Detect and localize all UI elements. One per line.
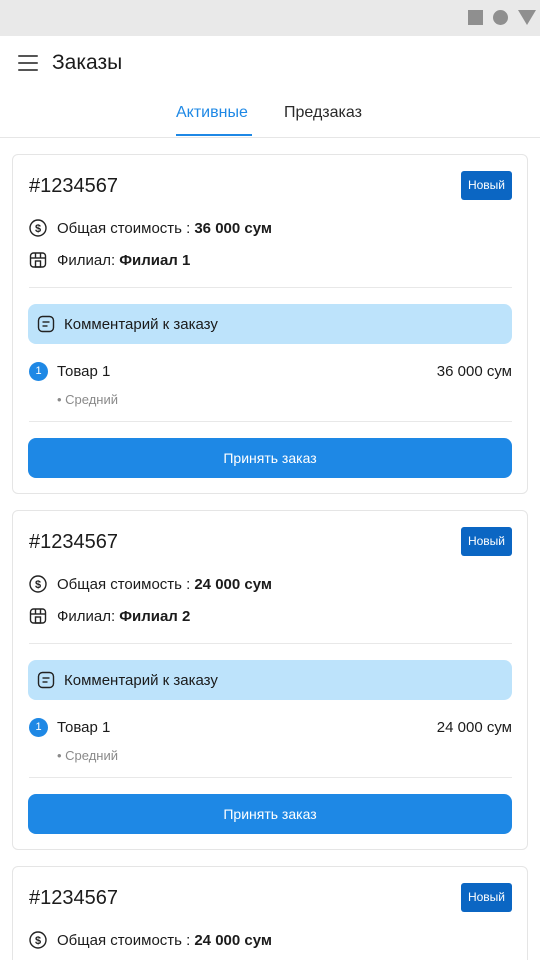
dollar-icon: $ xyxy=(29,931,47,949)
comment-text: Комментарий к заказу xyxy=(64,315,218,333)
item-modifier: • Средний xyxy=(57,392,119,407)
order-card: #1234567 Новый $ Общая стоимость : 24 00… xyxy=(12,510,528,850)
order-comment[interactable]: Комментарий к заказу xyxy=(28,304,512,344)
total-cost-row: $ Общая стоимость : 36 000 сум xyxy=(29,218,272,238)
triangle-icon xyxy=(518,10,536,25)
total-cost-row: $ Общая стоимость : 24 000 сум xyxy=(29,574,272,594)
item-price: 36 000 сум xyxy=(436,363,512,380)
accept-order-button[interactable]: Принять заказ xyxy=(28,794,512,834)
order-id: #1234567 xyxy=(29,175,118,197)
item-name: Товар 1 xyxy=(57,363,111,380)
store-icon xyxy=(29,607,47,625)
status-bar xyxy=(0,0,540,36)
total-cost-row: $ Общая стоимость : 24 000 сум xyxy=(29,930,272,950)
item-number: 1 xyxy=(29,362,48,381)
item-modifier: • Средний xyxy=(57,748,119,763)
circle-icon xyxy=(493,10,508,25)
svg-text:$: $ xyxy=(35,579,41,591)
branch-value: Филиал 2 xyxy=(119,607,191,625)
total-cost-label: Общая стоимость : xyxy=(57,575,191,593)
branch-value: Филиал 1 xyxy=(119,251,191,269)
dollar-icon: $ xyxy=(29,219,47,237)
order-comment[interactable]: Комментарий к заказу xyxy=(28,660,512,700)
item-price: 24 000 сум xyxy=(436,719,512,736)
item-name: Товар 1 xyxy=(57,719,111,736)
comment-text: Комментарий к заказу xyxy=(64,671,218,689)
square-icon xyxy=(468,10,483,25)
item-number: 1 xyxy=(29,718,48,737)
branch-row: Филиал: Филиал 1 xyxy=(29,250,190,270)
tab-active[interactable]: Активные xyxy=(176,104,248,122)
divider xyxy=(29,421,512,422)
order-item: 1 Товар 1 36 000 сум xyxy=(29,362,512,382)
store-icon xyxy=(29,251,47,269)
total-cost-value: 36 000 сум xyxy=(194,219,272,237)
comment-icon xyxy=(37,671,55,689)
total-cost-value: 24 000 сум xyxy=(194,931,272,949)
comment-icon xyxy=(37,315,55,333)
dollar-icon: $ xyxy=(29,575,47,593)
order-card: #1234567 Новый $ Общая стоимость : 36 00… xyxy=(12,154,528,494)
divider xyxy=(29,643,512,644)
tab-indicator xyxy=(176,134,252,136)
divider xyxy=(29,777,512,778)
order-id: #1234567 xyxy=(29,887,118,909)
branch-label: Филиал: xyxy=(57,607,116,625)
branch-label: Филиал: xyxy=(57,251,116,269)
order-id: #1234567 xyxy=(29,531,118,553)
status-badge: Новый xyxy=(460,171,512,200)
order-item: 1 Товар 1 24 000 сум xyxy=(29,718,512,738)
tab-bar: Активные Предзаказ xyxy=(0,90,540,138)
accept-order-button[interactable]: Принять заказ xyxy=(28,438,512,478)
divider xyxy=(29,287,512,288)
branch-row: Филиал: Филиал 2 xyxy=(29,606,190,626)
hamburger-icon[interactable] xyxy=(18,55,38,71)
total-cost-value: 24 000 сум xyxy=(194,575,272,593)
svg-text:$: $ xyxy=(35,935,41,947)
svg-text:$: $ xyxy=(35,223,41,235)
app-bar: Заказы xyxy=(0,36,540,90)
total-cost-label: Общая стоимость : xyxy=(57,931,191,949)
order-card: #1234567 Новый $ Общая стоимость : 24 00… xyxy=(12,866,528,960)
tab-preorder[interactable]: Предзаказ xyxy=(284,104,362,122)
page-title: Заказы xyxy=(52,51,123,74)
status-badge: Новый xyxy=(460,527,512,556)
total-cost-label: Общая стоимость : xyxy=(57,219,191,237)
status-badge: Новый xyxy=(460,883,512,912)
